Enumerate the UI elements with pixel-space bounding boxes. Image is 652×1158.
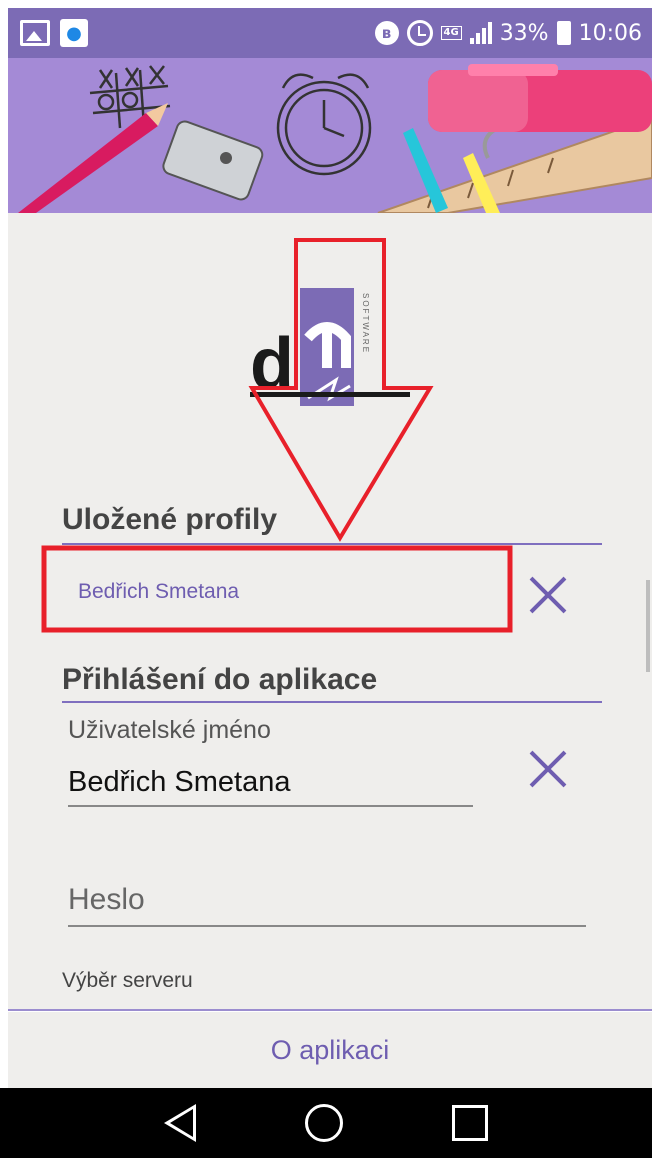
saved-profiles-title: Uložené profily xyxy=(62,503,278,536)
username-label: Uživatelské jméno xyxy=(68,716,271,744)
password-input[interactable]: Heslo xyxy=(68,883,145,917)
saved-profiles-divider xyxy=(62,543,602,545)
alarm-clock-icon xyxy=(276,73,372,176)
login-section-divider xyxy=(62,701,602,703)
home-icon[interactable] xyxy=(304,1104,343,1142)
footer-divider xyxy=(8,1009,652,1011)
about-bar: O aplikaci xyxy=(8,1012,652,1088)
back-icon[interactable] xyxy=(164,1104,197,1142)
saved-profile-item[interactable]: Bedřich Smetana xyxy=(78,580,239,604)
clock: 10:06 xyxy=(578,20,642,46)
water-drop-icon: ● xyxy=(60,19,88,47)
logo-subtitle: SOFTWARE xyxy=(361,293,370,354)
bluetooth-icon: ʙ xyxy=(374,21,399,45)
sharpener-icon xyxy=(162,120,264,201)
signal-icon xyxy=(469,22,492,44)
battery-icon xyxy=(556,21,571,45)
username-underline xyxy=(68,805,473,807)
login-screen: d SOFTWARE Uložené profily Bedřich Smeta… xyxy=(8,213,652,1011)
recent-apps-icon[interactable] xyxy=(451,1105,488,1141)
about-app-link[interactable]: O aplikaci xyxy=(271,1035,390,1066)
navigation-bar xyxy=(0,1088,652,1158)
scrollbar[interactable] xyxy=(646,580,650,672)
marker-icon xyxy=(428,64,652,132)
login-section-title: Přihlášení do aplikace xyxy=(62,663,378,696)
header-illustration xyxy=(8,58,652,213)
network-type: 4G xyxy=(440,26,462,40)
image-icon xyxy=(20,20,50,46)
delete-profile-button[interactable] xyxy=(528,575,568,615)
clear-username-button[interactable] xyxy=(528,749,568,789)
username-input[interactable]: Bedřich Smetana xyxy=(68,766,290,799)
password-underline xyxy=(68,925,586,927)
status-bar: ● ʙ 4G 33% 10:06 xyxy=(8,8,652,58)
server-select-label[interactable]: Výběr serveru xyxy=(62,969,193,993)
alarm-icon xyxy=(406,20,433,46)
battery-percent: 33% xyxy=(499,20,549,46)
stationery-illustration xyxy=(18,64,652,213)
pink-pencil-icon xyxy=(18,103,168,213)
company-logo: d SOFTWARE xyxy=(250,288,410,406)
